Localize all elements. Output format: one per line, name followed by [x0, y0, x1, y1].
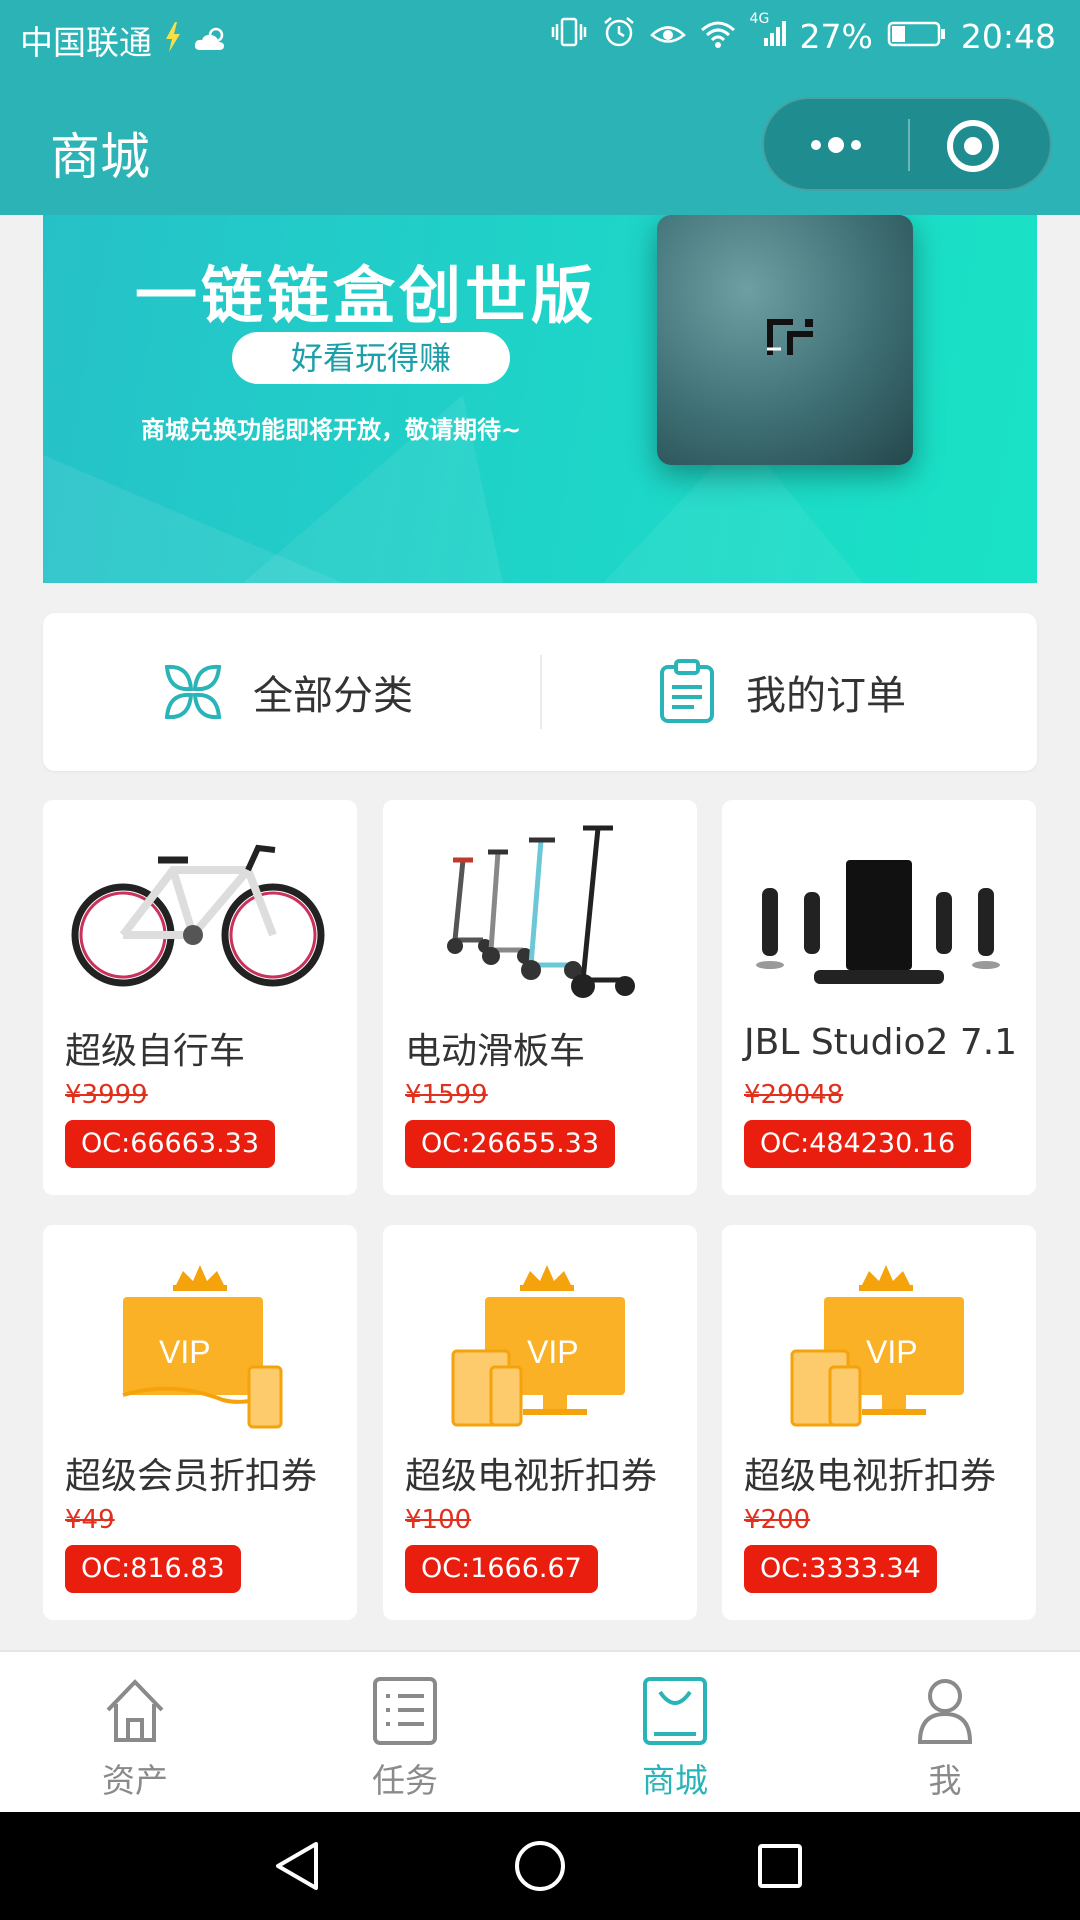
quick-actions-divider — [540, 655, 542, 729]
app-header: 商城 — [0, 75, 1080, 215]
tab-label: 任务 — [372, 1761, 438, 1800]
tab-assets[interactable]: 资产 — [0, 1652, 270, 1814]
svg-text:VIP: VIP — [527, 1334, 579, 1370]
home-nav-icon[interactable] — [512, 1838, 568, 1894]
weather-icon — [194, 21, 228, 60]
original-price: ¥29048 — [744, 1080, 844, 1110]
vip-coupon-image: VIP — [122, 1265, 283, 1429]
vip-tv-image: VIP — [790, 1265, 964, 1427]
device-box-image — [657, 215, 913, 465]
speaker-set-image — [756, 860, 1000, 984]
oc-price-badge: OC:3333.34 — [744, 1545, 937, 1593]
tab-shop[interactable]: 商城 — [540, 1652, 810, 1814]
product-card[interactable]: 超级自行车 ¥3999 OC:66663.33 — [43, 800, 357, 1195]
all-categories-button[interactable]: 全部分类 — [163, 613, 413, 771]
quick-action-label: 全部分类 — [253, 673, 413, 719]
tab-label: 资产 — [102, 1761, 168, 1800]
network-label: 4G — [749, 10, 770, 27]
system-navigation-bar — [0, 1812, 1080, 1920]
original-price: ¥3999 — [65, 1080, 148, 1110]
product-card[interactable]: VIP 超级会员折扣券 ¥49 OC:816.83 — [43, 1225, 357, 1620]
banner-title: 一链链盒创世版 — [135, 259, 598, 332]
clipboard-icon — [660, 659, 714, 723]
product-name: 超级会员折扣券 — [65, 1456, 318, 1497]
svg-text:VIP: VIP — [866, 1334, 918, 1370]
oc-price-badge: OC:26655.33 — [405, 1120, 616, 1168]
clock: 20:48 — [960, 16, 1056, 56]
quick-actions-card: 全部分类 我的订单 — [43, 613, 1037, 771]
product-name: JBL Studio2 7.1 — [744, 1022, 1018, 1063]
oc-price-badge: OC:484230.16 — [744, 1120, 972, 1168]
product-name: 电动滑板车 — [405, 1031, 586, 1072]
eye-icon — [649, 17, 686, 56]
brand-logo-icon — [767, 319, 813, 355]
oc-price-badge: OC:816.83 — [65, 1545, 241, 1593]
product-card[interactable]: JBL Studio2 7.1 ¥29048 OC:484230.16 — [722, 800, 1036, 1195]
oc-price-badge: OC:1666.67 — [405, 1545, 598, 1593]
promo-banner[interactable]: 一链链盒创世版 好看玩得赚 商城兑换功能即将开放，敬请期待~ — [43, 215, 1037, 583]
status-bar: 中国联通 4G 27% 20:48 — [0, 0, 1080, 75]
signal-icon: 4G — [750, 11, 786, 56]
home-icon — [106, 1679, 164, 1742]
tab-profile[interactable]: 我 — [810, 1652, 1080, 1814]
capsule-divider — [908, 119, 910, 171]
shop-bag-icon — [643, 1677, 707, 1745]
scooter-image — [447, 825, 635, 998]
wifi-icon — [700, 17, 736, 56]
product-card[interactable]: 电动滑板车 ¥1599 OC:26655.33 — [383, 800, 697, 1195]
task-list-icon — [373, 1677, 437, 1745]
back-icon[interactable] — [270, 1838, 326, 1894]
charging-icon — [164, 21, 182, 60]
product-name: 超级电视折扣券 — [744, 1456, 997, 1497]
original-price: ¥200 — [744, 1505, 811, 1535]
recents-icon[interactable] — [752, 1838, 808, 1894]
bicycle-image — [71, 844, 325, 987]
battery-percent: 27% — [799, 16, 873, 56]
product-card[interactable]: VIP 超级电视折扣券 ¥200 OC:3333.34 — [722, 1225, 1036, 1620]
vip-tv-image: VIP — [451, 1265, 625, 1427]
more-menu-button[interactable] — [804, 125, 868, 165]
alarm-icon — [602, 16, 636, 56]
original-price: ¥100 — [405, 1505, 472, 1535]
bottom-tab-bar: 资产 任务 商城 我 — [0, 1650, 1080, 1812]
vibrate-icon — [550, 16, 588, 56]
my-orders-button[interactable]: 我的订单 — [658, 613, 906, 771]
user-icon — [917, 1679, 973, 1744]
tab-label: 我 — [928, 1761, 962, 1800]
close-mini-program-button[interactable] — [946, 119, 1000, 173]
mini-program-capsule — [762, 97, 1052, 191]
product-card[interactable]: VIP 超级电视折扣券 ¥100 OC:1666.67 — [383, 1225, 697, 1620]
product-name: 超级电视折扣券 — [405, 1456, 658, 1497]
original-price: ¥49 — [65, 1505, 115, 1535]
oc-price-badge: OC:66663.33 — [65, 1120, 276, 1168]
quick-action-label: 我的订单 — [746, 673, 906, 719]
original-price: ¥1599 — [405, 1080, 488, 1110]
product-name: 超级自行车 — [65, 1031, 246, 1072]
battery-icon — [887, 17, 947, 56]
banner-subtitle: 商城兑换功能即将开放，敬请期待~ — [141, 416, 522, 444]
carrier-label: 中国联通 — [20, 23, 152, 62]
tab-tasks[interactable]: 任务 — [270, 1652, 540, 1814]
svg-text:VIP: VIP — [159, 1334, 211, 1370]
page-title: 商城 — [50, 128, 150, 186]
tab-label: 商城 — [642, 1761, 708, 1800]
category-grid-icon — [164, 664, 222, 720]
banner-tagline: 好看玩得赚 — [232, 332, 510, 384]
